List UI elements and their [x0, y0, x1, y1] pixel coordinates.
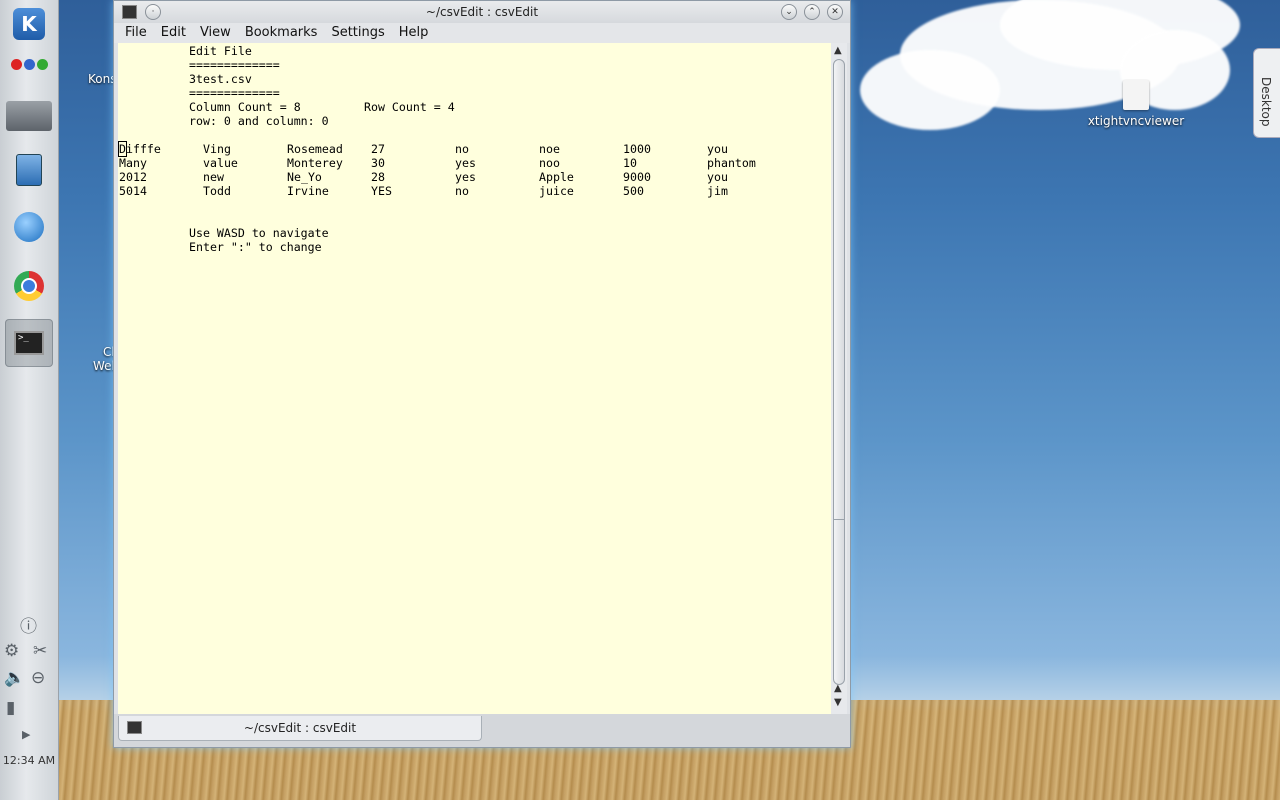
csv-cell: new	[203, 170, 224, 184]
csv-cell: juice	[539, 184, 574, 198]
csv-cell: Apple	[539, 170, 574, 184]
menu-settings[interactable]: Settings	[324, 23, 391, 43]
window-title: ~/csvEdit : csvEdit	[425, 5, 539, 19]
header-rule: =============	[189, 58, 280, 72]
menu-edit[interactable]: Edit	[154, 23, 193, 43]
clock[interactable]: 12:34 AM	[0, 754, 58, 767]
csv-cell: noo	[539, 156, 560, 170]
csv-cell: no	[455, 184, 469, 198]
terminal-icon: >_	[14, 331, 44, 355]
help-navigate: Use WASD to navigate	[189, 226, 329, 240]
menu-view[interactable]: View	[193, 23, 238, 43]
scroll-up-icon[interactable]: ▲	[834, 45, 842, 56]
desktop-side-tab-label: Desktop	[1259, 77, 1273, 127]
row-count: Row Count = 4	[364, 100, 455, 114]
cloud	[860, 50, 1000, 130]
csv-cell: jim	[707, 184, 728, 198]
volume-icon[interactable]: 🔈	[4, 668, 25, 688]
text-cursor: D	[118, 141, 127, 157]
csv-cell: 10	[623, 156, 637, 170]
csv-cell: 28	[371, 170, 385, 184]
csv-cell: yes	[455, 156, 476, 170]
file-manager-icon	[16, 154, 42, 186]
csv-cell: Rosemead	[287, 142, 343, 156]
csv-cell: value	[203, 156, 238, 170]
left-panel: K >_ ⓘ ⚙ ✂ 🔈 ⊖ ▮ ▶ 12:34 AM	[0, 0, 59, 800]
menu-file[interactable]: File	[118, 23, 154, 43]
web-browser-button[interactable]	[5, 203, 53, 251]
column-count: Column Count = 8	[189, 100, 301, 114]
csv-cell: you	[707, 170, 728, 184]
expand-arrow-icon[interactable]: ▶	[22, 728, 30, 741]
current-position: row: 0 and column: 0	[189, 114, 329, 128]
scroll-down-icon[interactable]: ▼	[834, 697, 842, 708]
header-filename: 3test.csv	[189, 72, 252, 86]
csv-cell: Ving	[203, 142, 231, 156]
terminal-task-button[interactable]: >_	[5, 319, 53, 367]
kde-menu-icon: K	[13, 8, 45, 40]
desktop-side-tab[interactable]: Desktop	[1253, 48, 1280, 138]
desktop-icon-label: xtightvncviewer	[1087, 114, 1185, 128]
desktop-icon-xtightvncviewer[interactable]: xtightvncviewer	[1086, 80, 1186, 128]
scrollbar-divider	[833, 519, 845, 520]
window-dots-button[interactable]	[5, 42, 53, 90]
cut-icon[interactable]: ✂	[33, 641, 47, 661]
csv-cell: YES	[371, 184, 392, 198]
settings-icon[interactable]: ⚙	[4, 641, 19, 661]
csv-cell: Monterey	[287, 156, 343, 170]
terminal-area[interactable]: Edit File ============= 3test.csv ======…	[118, 43, 831, 714]
window-dots-icon	[10, 58, 49, 74]
csv-cell: 1000	[623, 142, 651, 156]
konsole-window: · ~/csvEdit : csvEdit ⌄ ⌃ ✕ File Edit Vi…	[113, 0, 851, 748]
csv-cell: Ne_Yo	[287, 170, 322, 184]
battery-icon[interactable]: ▮	[6, 698, 15, 718]
csv-cell: 2012	[119, 170, 147, 184]
csv-cell: yes	[455, 170, 476, 184]
csv-cell: 27	[371, 142, 385, 156]
csv-cell: 30	[371, 156, 385, 170]
csv-cell: Irvine	[287, 184, 329, 198]
tab-label: ~/csvEdit : csvEdit	[243, 721, 357, 735]
show-desktop-button[interactable]	[5, 92, 53, 140]
maximize-button[interactable]: ⌃	[804, 4, 820, 20]
show-desktop-icon	[6, 101, 52, 131]
chrome-button[interactable]	[5, 262, 53, 310]
csv-cell: Many	[119, 156, 147, 170]
chrome-icon	[14, 271, 44, 301]
csv-cell: no	[455, 142, 469, 156]
vertical-scrollbar[interactable]: ▲ ▲ ▼	[831, 43, 847, 714]
info-icon[interactable]: ⓘ	[20, 612, 37, 637]
csv-cell: phantom	[707, 156, 756, 170]
header-title: Edit File	[189, 44, 252, 58]
csv-cell: you	[707, 142, 728, 156]
csv-cell: 5014	[119, 184, 147, 198]
csv-cell: noe	[539, 142, 560, 156]
csv-cell: 500	[623, 184, 644, 198]
help-change: Enter ":" to change	[189, 240, 322, 254]
menu-bookmarks[interactable]: Bookmarks	[238, 23, 325, 43]
title-bar[interactable]: · ~/csvEdit : csvEdit ⌄ ⌃ ✕	[114, 1, 850, 23]
csv-cell: Difffe	[118, 141, 161, 157]
menu-bar: File Edit View Bookmarks Settings Help	[114, 23, 850, 43]
minimize-button[interactable]: ⌄	[781, 4, 797, 20]
tab-csvedit[interactable]: ~/csvEdit : csvEdit	[118, 716, 482, 741]
web-browser-icon	[14, 212, 44, 242]
header-rule: =============	[189, 86, 280, 100]
scrollbar-thumb[interactable]	[833, 59, 845, 685]
csv-cell: Todd	[203, 184, 231, 198]
tab-bar: ~/csvEdit : csvEdit	[114, 714, 850, 747]
close-button[interactable]: ✕	[827, 4, 843, 20]
csv-cell: 9000	[623, 170, 651, 184]
file-manager-button[interactable]	[5, 146, 53, 194]
document-icon	[1123, 80, 1149, 110]
menu-help[interactable]: Help	[392, 23, 436, 43]
usb-icon[interactable]: ⊖	[31, 668, 45, 688]
kde-menu-button[interactable]: K	[5, 0, 53, 48]
scroll-up-icon[interactable]: ▲	[834, 683, 842, 694]
